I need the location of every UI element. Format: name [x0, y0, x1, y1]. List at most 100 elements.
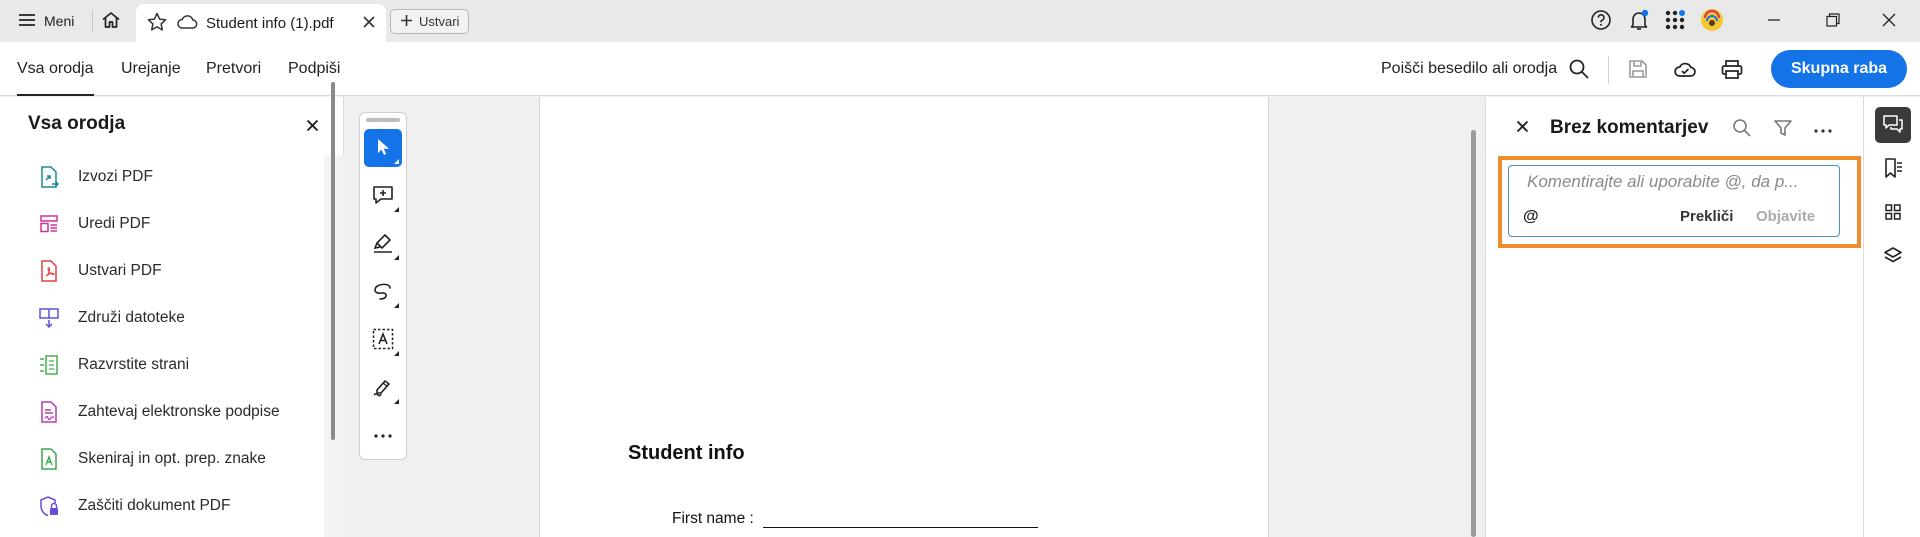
sign-tool-button[interactable] — [364, 369, 402, 407]
request-esign-icon — [38, 400, 60, 423]
home-icon — [100, 10, 122, 33]
new-tab-button[interactable]: Ustvari — [390, 9, 470, 34]
tool-scan-ocr[interactable]: Skeniraj in opt. prep. znake — [0, 435, 324, 482]
search-comments-button[interactable] — [1729, 116, 1755, 142]
restore-button[interactable] — [1810, 6, 1856, 36]
document-heading: Student info — [628, 442, 745, 464]
close-panel-button[interactable] — [300, 115, 324, 139]
more-options-corner — [394, 255, 399, 260]
more-options-corner — [394, 159, 399, 164]
cloud-save-button[interactable] — [1671, 56, 1699, 84]
apps-grid-icon — [1664, 9, 1686, 34]
minimize-icon — [1766, 12, 1782, 31]
tab-convert[interactable]: Pretvori — [206, 42, 261, 96]
comments-panel-toggle[interactable] — [1875, 107, 1911, 143]
close-tab-icon[interactable] — [362, 15, 376, 32]
more-tools-button[interactable] — [364, 415, 402, 453]
divider — [92, 10, 93, 32]
app-menu-button[interactable]: Meni — [10, 6, 82, 36]
tool-edit-pdf[interactable]: Uredi PDF — [0, 200, 324, 247]
bookmark-icon — [1882, 157, 1904, 182]
share-button[interactable]: Skupna raba — [1771, 50, 1907, 88]
help-icon — [1590, 9, 1612, 34]
panel-title: Vsa orodja — [28, 113, 126, 134]
filter-icon — [1773, 118, 1793, 141]
all-tools-panel: Vsa orodja Izvozi PDF Uredi PDF Ustvari … — [0, 97, 344, 537]
comments-more-button[interactable] — [1810, 116, 1836, 142]
tool-create-pdf[interactable]: Ustvari PDF — [0, 247, 324, 294]
notifications-button[interactable] — [1624, 8, 1654, 34]
combine-files-icon — [38, 307, 60, 329]
tool-label: Zahtevaj elektronske podpise — [78, 402, 280, 420]
organize-pages-icon — [38, 354, 60, 376]
star-icon[interactable] — [146, 11, 168, 36]
panel-scrollbar-thumb[interactable] — [331, 82, 335, 440]
new-tab-label: Ustvari — [419, 14, 460, 29]
layers-icon — [1882, 245, 1904, 270]
search-button[interactable] — [1565, 56, 1593, 84]
cursor-icon — [374, 137, 392, 160]
home-button[interactable] — [96, 8, 126, 34]
draw-tool-button[interactable] — [364, 273, 402, 311]
search-icon — [1568, 58, 1590, 83]
comments-panel: Brez komentarjev Komentirajte ali uporab… — [1485, 97, 1863, 537]
thumbnails-grid-icon — [1883, 202, 1903, 225]
create-pdf-icon — [38, 259, 60, 282]
printer-icon — [1720, 58, 1744, 83]
comment-input[interactable]: Komentirajte ali uporabite @, da p... — [1527, 172, 1832, 192]
first-name-label: First name : — [672, 510, 754, 527]
tool-label: Izvozi PDF — [78, 167, 153, 185]
cloud-sync-icon — [1673, 59, 1697, 82]
first-name-line[interactable] — [763, 527, 1038, 528]
scan-ocr-icon — [38, 447, 60, 470]
more-horizontal-icon — [1813, 121, 1833, 137]
tool-export-pdf[interactable]: Izvozi PDF — [0, 153, 324, 200]
profile-button[interactable] — [1697, 8, 1727, 34]
bookmarks-panel-toggle[interactable] — [1875, 151, 1911, 187]
mention-button[interactable]: @ — [1523, 208, 1539, 226]
filter-comments-button[interactable] — [1770, 116, 1796, 142]
minimize-button[interactable] — [1751, 6, 1797, 36]
tool-label: Uredi PDF — [78, 214, 151, 232]
tab-all-tools[interactable]: Vsa orodja — [17, 42, 94, 96]
close-window-button[interactable] — [1866, 6, 1912, 36]
restore-icon — [1825, 12, 1841, 31]
comment-add-icon — [371, 184, 395, 209]
print-button[interactable] — [1718, 56, 1746, 84]
tab-edit[interactable]: Urejanje — [121, 42, 181, 96]
comments-icon — [1882, 114, 1904, 137]
rail-drag-handle[interactable] — [366, 118, 400, 122]
divider — [1608, 56, 1609, 84]
tool-combine-files[interactable]: Združi datoteke — [0, 294, 324, 341]
close-comments-button[interactable] — [1510, 116, 1534, 140]
tool-organize-pages[interactable]: Razvrstite strani — [0, 341, 324, 388]
apps-button[interactable] — [1660, 8, 1690, 34]
highlighter-icon — [371, 232, 395, 257]
add-comment-tool-button[interactable] — [364, 177, 402, 215]
hamburger-icon — [18, 12, 36, 31]
search-tools-label[interactable]: Poišči besedilo ali orodja — [1381, 42, 1557, 96]
document-tab[interactable]: Student info (1).pdf — [136, 4, 386, 42]
app-menu-label: Meni — [44, 13, 75, 29]
post-comment-button[interactable]: Objavite — [1756, 208, 1815, 225]
save-button[interactable] — [1624, 56, 1652, 84]
layers-panel-toggle[interactable] — [1875, 239, 1911, 275]
pdf-page[interactable]: Student info First name : — [539, 97, 1269, 537]
export-pdf-icon — [38, 165, 60, 188]
tool-protect-pdf[interactable]: Zaščiti dokument PDF — [0, 482, 324, 529]
comment-input-box[interactable]: Komentirajte ali uporabite @, da p... @ … — [1508, 165, 1840, 237]
right-side-rail — [1863, 97, 1920, 537]
help-button[interactable] — [1586, 8, 1616, 34]
more-options-corner — [394, 207, 399, 212]
document-scrollbar-thumb[interactable] — [1471, 130, 1476, 537]
text-box-tool-button[interactable] — [364, 321, 402, 359]
tool-label: Ustvari PDF — [78, 261, 162, 279]
edit-pdf-icon — [38, 213, 60, 235]
cancel-comment-button[interactable]: Prekliči — [1680, 208, 1733, 225]
freehand-draw-icon — [371, 280, 395, 305]
tool-request-esignatures[interactable]: Zahtevaj elektronske podpise — [0, 388, 324, 435]
save-icon — [1627, 58, 1649, 83]
thumbnails-panel-toggle[interactable] — [1875, 195, 1911, 231]
select-tool-button[interactable] — [364, 129, 402, 167]
highlight-tool-button[interactable] — [364, 225, 402, 263]
